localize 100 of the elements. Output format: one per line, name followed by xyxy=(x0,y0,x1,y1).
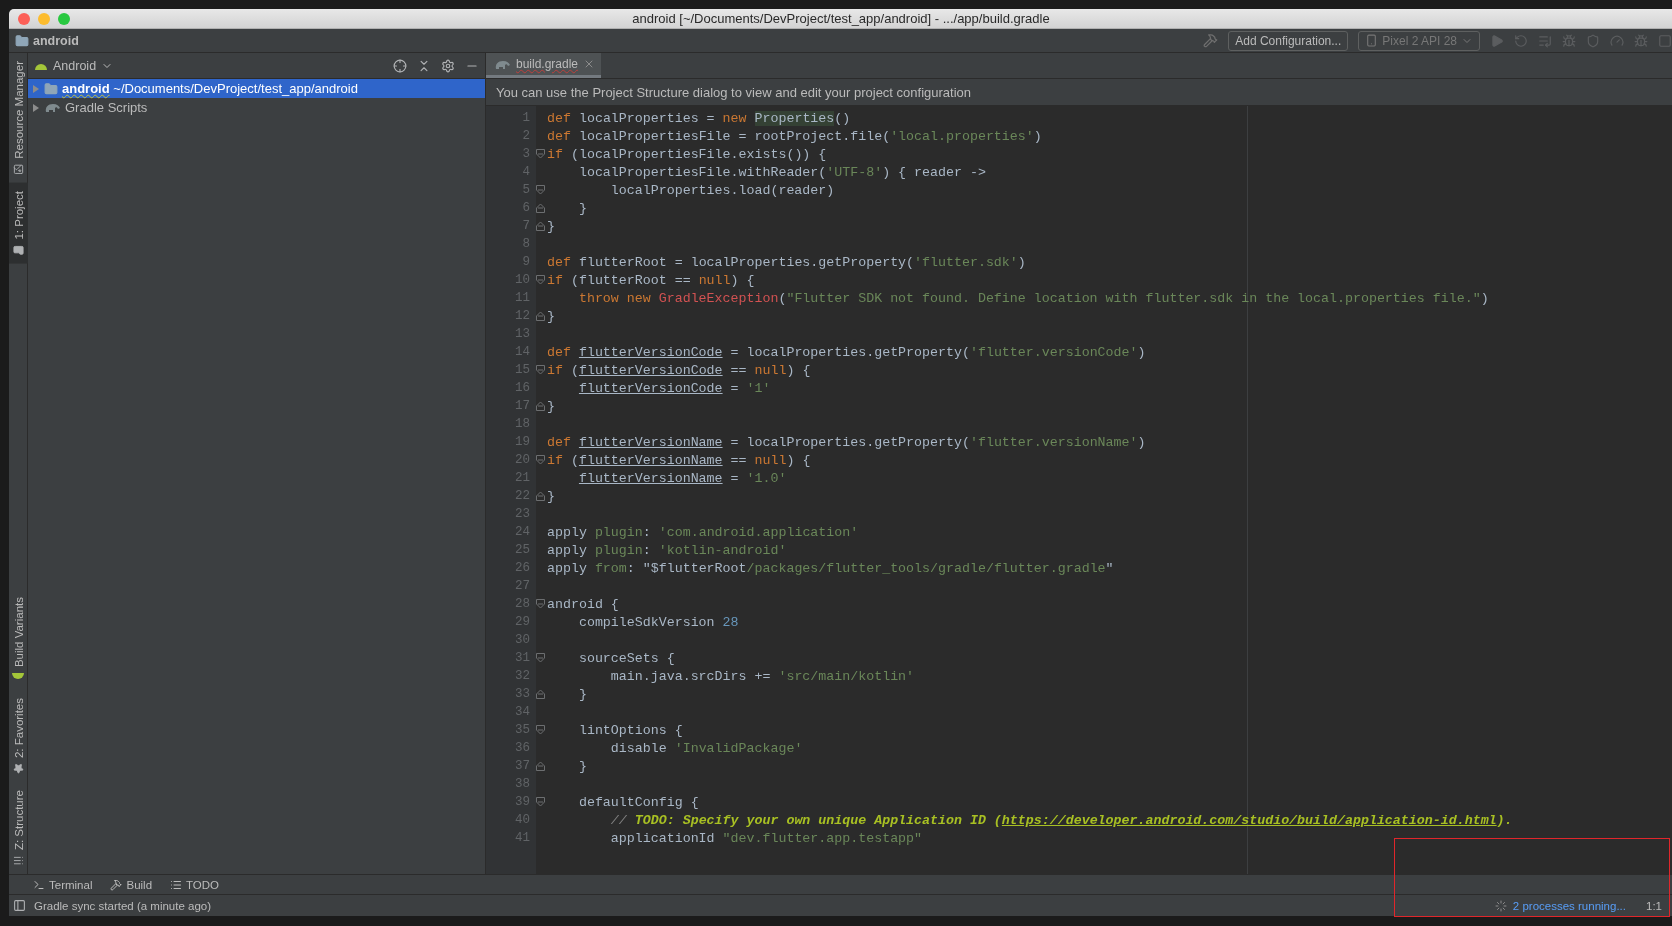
status-message: Gradle sync started (a minute ago) xyxy=(34,899,212,912)
code-link[interactable]: https://developer.android.com/studio/build/application-id.html xyxy=(1001,812,1497,828)
fold-marker-icon[interactable] xyxy=(536,797,545,807)
code-line: main.java.srcDirs += 'src/main/kotlin' xyxy=(609,668,915,684)
fold-marker-icon[interactable] xyxy=(536,149,545,159)
fold-marker-icon[interactable] xyxy=(536,761,545,771)
code-line: } xyxy=(577,758,587,774)
bug-icon xyxy=(1634,33,1648,48)
code-line: } xyxy=(547,218,555,234)
code-line: // TODO: Specify your own unique Application ID (https://developer.android.com/studio/build/application-id.html). xyxy=(609,812,1513,828)
code-line: flutterVersionName = '1.0' xyxy=(577,470,787,486)
android-icon xyxy=(11,671,26,682)
panel-icon[interactable] xyxy=(13,899,26,912)
code-line: def flutterVersionName = localProperties.getProperty('flutter.versionName') xyxy=(547,434,1146,450)
code-line: disable 'InvalidPackage' xyxy=(609,740,803,756)
bug-icon xyxy=(1562,33,1576,48)
code-line: sourceSets { xyxy=(577,650,675,666)
code-line: def localProperties = new Properties() xyxy=(547,110,851,126)
settings-icon[interactable] xyxy=(441,58,455,73)
terminal-icon xyxy=(33,878,45,891)
code-line: localProperties.load(reader) xyxy=(609,182,835,198)
elephant-icon xyxy=(44,102,61,113)
code-line: if (localPropertiesFile.exists()) { xyxy=(547,146,827,162)
fold-marker-icon[interactable] xyxy=(536,185,545,195)
fold-marker-icon[interactable] xyxy=(536,275,545,285)
hammer-icon xyxy=(1203,33,1219,48)
play-icon xyxy=(1490,33,1504,48)
fold-marker-icon[interactable] xyxy=(536,221,545,231)
shield-icon xyxy=(1586,33,1600,48)
fold-marker-icon[interactable] xyxy=(536,455,545,465)
image-icon xyxy=(13,163,24,175)
expand-arrow-icon[interactable] xyxy=(32,103,40,112)
code-line: apply from: "$flutterRoot/packages/flutter_tools/gradle/flutter.gradle" xyxy=(547,560,1114,576)
code-line: if (flutterRoot == null) { xyxy=(547,272,755,288)
hammer-icon xyxy=(110,878,123,891)
code-line: localPropertiesFile.withReader('UTF-8') { reader -> xyxy=(577,164,986,180)
list-icon xyxy=(170,878,183,891)
code-line: lintOptions { xyxy=(577,722,683,738)
tool-window-tab[interactable]: TODO xyxy=(170,878,220,891)
code-line: if (flutterVersionName == null) { xyxy=(547,452,811,468)
tool-window-tab[interactable]: Z: Structure xyxy=(9,781,28,874)
elephant-icon xyxy=(494,58,511,70)
star-icon xyxy=(13,762,24,774)
code-line: applicationId "dev.flutter.app.testapp" xyxy=(609,830,923,846)
folder-icon xyxy=(15,33,29,48)
fold-marker-icon[interactable] xyxy=(536,689,545,699)
view-dropdown[interactable]: Android xyxy=(34,58,114,73)
code-line: } xyxy=(577,686,587,702)
code-line: } xyxy=(547,308,555,324)
tool-window-tab[interactable]: 2: Favorites xyxy=(9,689,28,782)
tool-window-tab[interactable]: 1: Project xyxy=(9,182,28,264)
tool-window-tab[interactable]: Build Variants xyxy=(9,588,28,690)
tree-item-label: android ~/Documents/DevProject/test_app/android xyxy=(62,81,358,96)
code-line: defaultConfig { xyxy=(577,794,699,810)
code-line: if (flutterVersionCode == null) { xyxy=(547,362,811,378)
close-window-button[interactable] xyxy=(18,12,30,25)
code-line: } xyxy=(547,488,555,504)
notification-banner: You can use the Project Structure dialog to view and edit your project configuration xyxy=(486,79,1672,106)
tool-window-tab[interactable]: Build xyxy=(110,878,153,891)
processes-link[interactable]: 2 processes running... xyxy=(1494,899,1626,912)
editor-tab[interactable]: build.gradle xyxy=(486,53,602,78)
list-icon xyxy=(1538,33,1552,48)
code-line: throw new GradleException("Flutter SDK not found. Define location with flutter.sdk in the local.properties file.") xyxy=(577,290,1489,306)
folder-icon xyxy=(13,244,24,256)
code-line: def flutterVersionCode = localProperties.getProperty('flutter.versionCode') xyxy=(547,344,1146,360)
fold-marker-icon[interactable] xyxy=(536,401,545,411)
code-line: } xyxy=(577,200,587,216)
expand-arrow-icon[interactable] xyxy=(32,84,40,93)
fold-marker-icon[interactable] xyxy=(536,725,545,735)
tool-window-tab[interactable]: Resource Manager xyxy=(9,53,28,183)
fold-marker-icon[interactable] xyxy=(536,311,545,321)
fold-marker-icon[interactable] xyxy=(536,653,545,663)
tree-item[interactable]: android ~/Documents/DevProject/test_app/android xyxy=(28,79,485,98)
crosshair-icon[interactable] xyxy=(393,58,407,73)
window-title: android [~/Documents/DevProject/test_app/android] - .../app/build.gradle xyxy=(631,11,1051,26)
breadcrumb[interactable]: android xyxy=(33,33,79,48)
add-configuration-button[interactable]: Add Configuration... xyxy=(1228,30,1349,51)
code-line: android { xyxy=(547,596,619,612)
tree-item[interactable]: Gradle Scripts xyxy=(28,98,485,117)
code-line: def localPropertiesFile = rootProject.file('local.properties') xyxy=(547,128,1042,144)
code-line: } xyxy=(547,398,555,414)
code-line: compileSdkVersion 28 xyxy=(577,614,739,630)
fold-marker-icon[interactable] xyxy=(536,365,545,375)
caret-position[interactable]: 1:1 xyxy=(1646,899,1662,912)
list-icon xyxy=(13,855,24,866)
tool-window-tab[interactable]: Terminal xyxy=(33,878,93,891)
tree-item-label: Gradle Scripts xyxy=(65,100,148,115)
code-line: apply plugin: 'com.android.application' xyxy=(547,524,859,540)
gauge-icon xyxy=(1610,33,1624,48)
collapse-icon[interactable] xyxy=(417,58,431,73)
zoom-window-button[interactable] xyxy=(58,12,70,25)
fold-marker-icon[interactable] xyxy=(536,491,545,501)
spinner-icon xyxy=(1494,899,1507,912)
square-icon xyxy=(1658,33,1672,48)
fold-marker-icon[interactable] xyxy=(536,599,545,609)
code-line: flutterVersionCode = '1' xyxy=(577,380,771,396)
code-line: apply plugin: 'kotlin-android' xyxy=(547,542,787,558)
phone-icon xyxy=(1365,34,1379,47)
fold-marker-icon[interactable] xyxy=(536,203,545,213)
rerun-icon xyxy=(1514,33,1528,48)
